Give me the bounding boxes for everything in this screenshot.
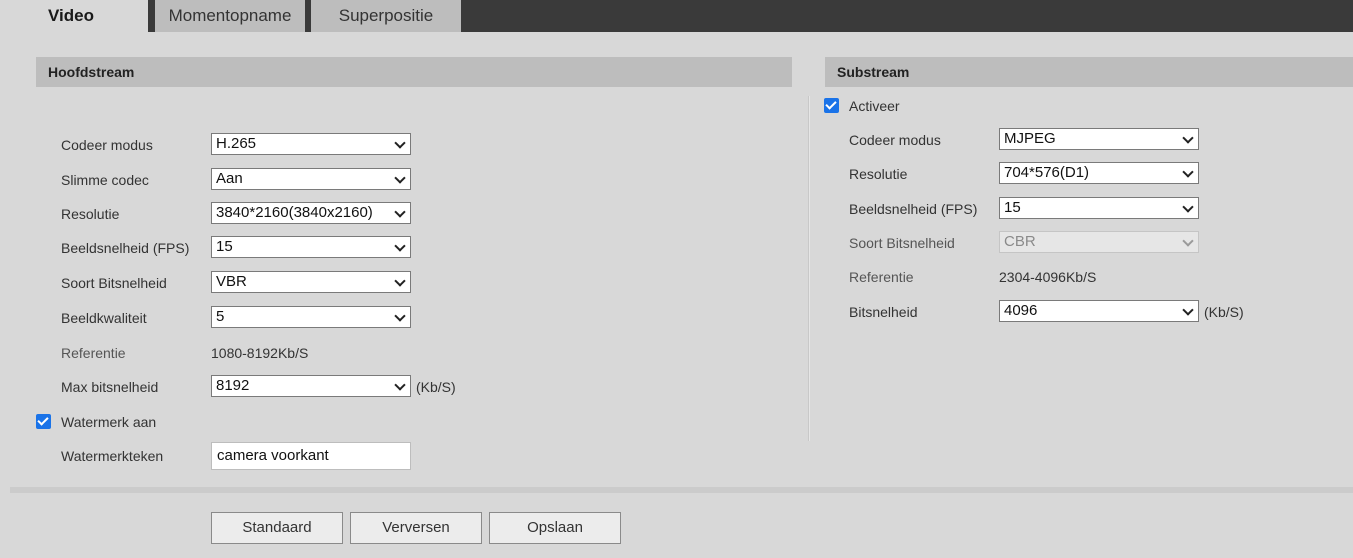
watermerkteken-label: Watermerkteken — [61, 448, 164, 464]
main-beeldkwaliteit-select[interactable]: 5 — [211, 306, 411, 328]
referentie-label: Referentie — [61, 345, 126, 361]
codeer-modus-label: Codeer modus — [61, 137, 153, 153]
main-slimme-codec-select[interactable]: Aan — [211, 168, 411, 190]
main-fps-select[interactable]: 15 — [211, 236, 411, 258]
beeldkwaliteit-label: Beeldkwaliteit — [61, 310, 147, 326]
footer-divider — [10, 487, 1353, 493]
standaard-button[interactable]: Standaard — [211, 512, 343, 544]
chevron-down-icon — [394, 275, 406, 287]
sub-fps-label: Beeldsnelheid (FPS) — [849, 201, 978, 217]
main-stream-header: Hoofdstream — [36, 57, 792, 87]
tab-video[interactable]: Video — [0, 0, 148, 32]
sub-codeer-modus-select[interactable]: MJPEG — [999, 128, 1199, 150]
chevron-down-icon — [394, 310, 406, 322]
watermerk-label: Watermerk aan — [61, 414, 157, 430]
opslaan-button[interactable]: Opslaan — [489, 512, 621, 544]
chevron-down-icon — [394, 137, 406, 149]
max-bitsnelheid-unit: (Kb/S) — [416, 379, 456, 395]
watermerkteken-input[interactable]: camera voorkant — [211, 442, 411, 470]
max-bitsnelheid-label: Max bitsnelheid — [61, 379, 159, 395]
fps-label: Beeldsnelheid (FPS) — [61, 240, 190, 256]
panel-divider — [808, 96, 810, 441]
activeer-checkbox[interactable] — [824, 98, 839, 113]
sub-codeer-modus-label: Codeer modus — [849, 132, 941, 148]
main-soort-bitsnelheid-select[interactable]: VBR — [211, 271, 411, 293]
sub-fps-select[interactable]: 15 — [999, 197, 1199, 219]
watermerk-checkbox[interactable] — [36, 414, 51, 429]
chevron-down-icon — [394, 240, 406, 252]
main-codeer-modus-select[interactable]: H.265 — [211, 133, 411, 155]
main-resolutie-select[interactable]: 3840*2160(3840x2160) — [211, 202, 411, 224]
sub-referentie-value: 2304-4096Kb/S — [999, 269, 1097, 285]
main-referentie-value: 1080-8192Kb/S — [211, 345, 309, 361]
chevron-down-icon — [394, 379, 406, 391]
main-max-bitsnelheid-select[interactable]: 8192 — [211, 375, 411, 397]
chevron-down-icon — [1182, 132, 1194, 144]
chevron-down-icon — [394, 206, 406, 218]
activeer-label: Activeer — [849, 98, 900, 114]
tab-bar: Video Momentopname Superpositie — [0, 0, 1353, 32]
verversen-button[interactable]: Verversen — [350, 512, 482, 544]
resolutie-label: Resolutie — [61, 206, 120, 222]
sub-resolutie-select[interactable]: 704*576(D1) — [999, 162, 1199, 184]
chevron-down-icon — [1182, 235, 1194, 247]
tab-superpositie[interactable]: Superpositie — [311, 0, 461, 32]
sub-bitsnelheid-label: Bitsnelheid — [849, 304, 918, 320]
chevron-down-icon — [1182, 304, 1194, 316]
slimme-codec-label: Slimme codec — [61, 172, 149, 188]
sub-bitsnelheid-select[interactable]: 4096 — [999, 300, 1199, 322]
sub-soort-bitsnelheid-select: CBR — [999, 231, 1199, 253]
sub-bitsnelheid-unit: (Kb/S) — [1204, 304, 1244, 320]
chevron-down-icon — [1182, 166, 1194, 178]
sub-referentie-label: Referentie — [849, 269, 914, 285]
sub-soort-bitsnelheid-label: Soort Bitsnelheid — [849, 235, 955, 251]
chevron-down-icon — [394, 172, 406, 184]
soort-bitsnelheid-label: Soort Bitsnelheid — [61, 275, 167, 291]
chevron-down-icon — [1182, 201, 1194, 213]
sub-stream-header: Substream — [825, 57, 1353, 87]
tab-momentopname[interactable]: Momentopname — [155, 0, 305, 32]
sub-resolutie-label: Resolutie — [849, 166, 908, 182]
